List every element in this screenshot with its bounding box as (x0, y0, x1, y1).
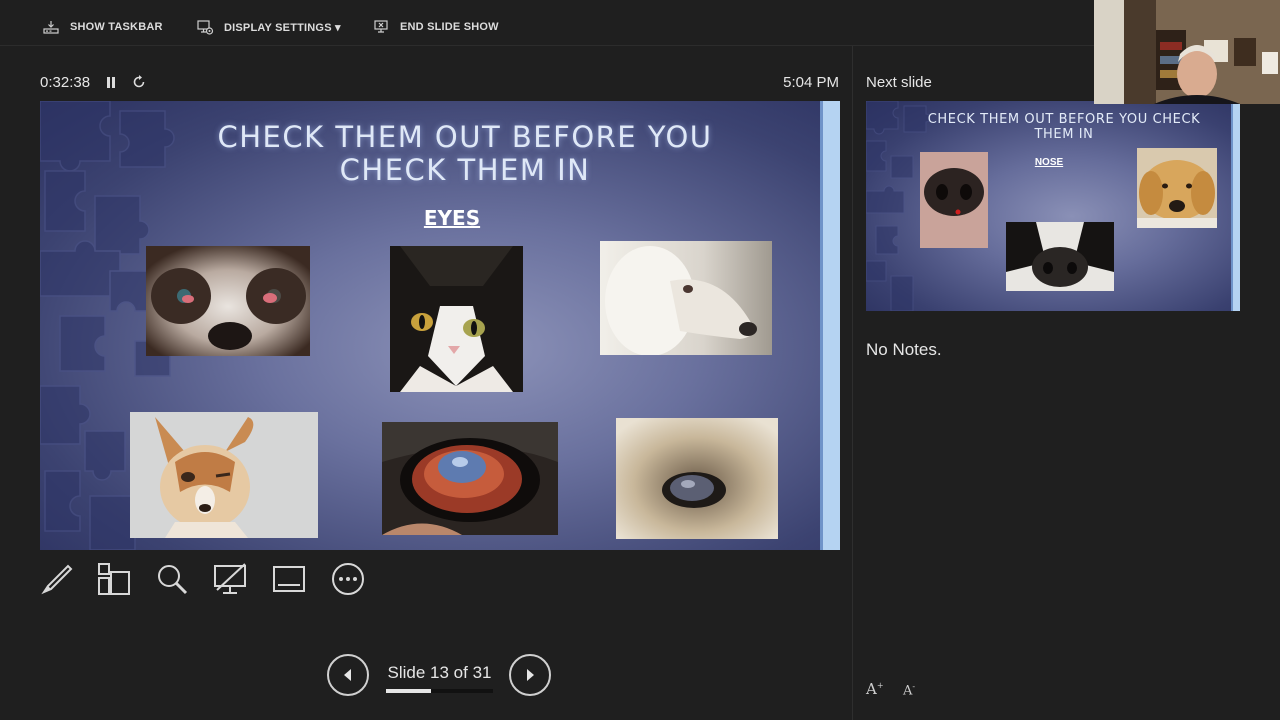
next-slide-subtitle: NOSE (1034, 157, 1064, 168)
bulldog-cherry-eye-photo (146, 246, 310, 356)
webcam-video (1094, 0, 1280, 104)
end-slide-show-label: END SLIDE SHOW (400, 21, 499, 33)
subtitles-button[interactable] (270, 560, 308, 598)
slide-title: CHECK THEM OUT BEFORE YOU CHECK THEM IN (217, 120, 713, 187)
black-screen-icon (214, 563, 246, 594)
poodle-photo (600, 241, 772, 355)
dog-nose-closeup-photo (920, 152, 988, 248)
slide-subtitle: EYES (423, 206, 481, 230)
arrow-left-icon (344, 669, 351, 681)
more-options-button[interactable] (329, 560, 367, 598)
show-taskbar-label: SHOW TASKBAR (70, 21, 163, 33)
display-settings-button[interactable]: DISPLAY SETTINGS ▾ (196, 14, 341, 40)
current-slide[interactable]: CHECK THEM OUT BEFORE YOU CHECK THEM IN … (40, 101, 840, 550)
presenter-toolbar: SHOW TASKBAR DISPLAY SETTINGS ▾ END SLID… (0, 0, 1094, 46)
current-time: 5:04 PM (783, 74, 839, 91)
display-settings-icon (197, 20, 214, 35)
speaker-notes[interactable]: No Notes. (866, 340, 942, 360)
see-all-slides-button[interactable] (95, 560, 133, 598)
arrow-right-icon (527, 669, 534, 681)
next-slide-accent-bar (1231, 101, 1240, 311)
show-taskbar-button[interactable]: SHOW TASKBAR (42, 14, 163, 40)
next-slide-button[interactable] (509, 654, 551, 696)
display-settings-label: DISPLAY SETTINGS ▾ (224, 21, 341, 34)
dog-nose-photo (1006, 222, 1114, 291)
next-slide-preview[interactable]: CHECK THEM OUT BEFORE YOU CHECK THEM IN … (866, 101, 1240, 311)
decrease-font-icon[interactable]: A- (903, 682, 915, 698)
elapsed-timer: 0:32:38 (40, 74, 91, 91)
slide-progress-bar (386, 689, 493, 693)
slide-accent-bar (820, 101, 840, 550)
restart-timer-icon[interactable] (131, 74, 147, 90)
black-screen-button[interactable] (211, 560, 249, 598)
zoom-button[interactable] (153, 560, 191, 598)
next-slide-label: Next slide (866, 74, 932, 91)
slide-progress-fill (386, 689, 431, 693)
pen-icon (41, 564, 73, 595)
dog-cloudy-eye-photo (616, 418, 778, 539)
end-slide-show-icon (374, 20, 388, 33)
chihuahua-wink-photo (130, 412, 318, 538)
cat-eyes-photo (390, 246, 523, 392)
pause-timer-icon[interactable] (104, 75, 118, 91)
next-slide-title: CHECK THEM OUT BEFORE YOU CHECK THEM IN (927, 112, 1201, 142)
more-options-icon (332, 563, 364, 595)
slides-grid-icon (98, 563, 130, 595)
presenter-view: SHOW TASKBAR DISPLAY SETTINGS ▾ END SLID… (0, 0, 1280, 720)
subtitles-icon (273, 566, 305, 592)
panel-divider[interactable] (852, 46, 853, 720)
golden-retriever-photo (1137, 148, 1217, 228)
zoom-icon (158, 565, 188, 595)
end-slide-show-button[interactable]: END SLIDE SHOW (372, 14, 499, 40)
taskbar-icon (43, 21, 59, 34)
slide-counter[interactable]: Slide 13 of 31 (382, 663, 497, 683)
increase-font-icon[interactable]: A+ (866, 680, 884, 698)
previous-slide-button[interactable] (327, 654, 369, 696)
pen-tool-button[interactable] (38, 560, 76, 598)
dog-eye-closeup-photo (382, 422, 558, 535)
